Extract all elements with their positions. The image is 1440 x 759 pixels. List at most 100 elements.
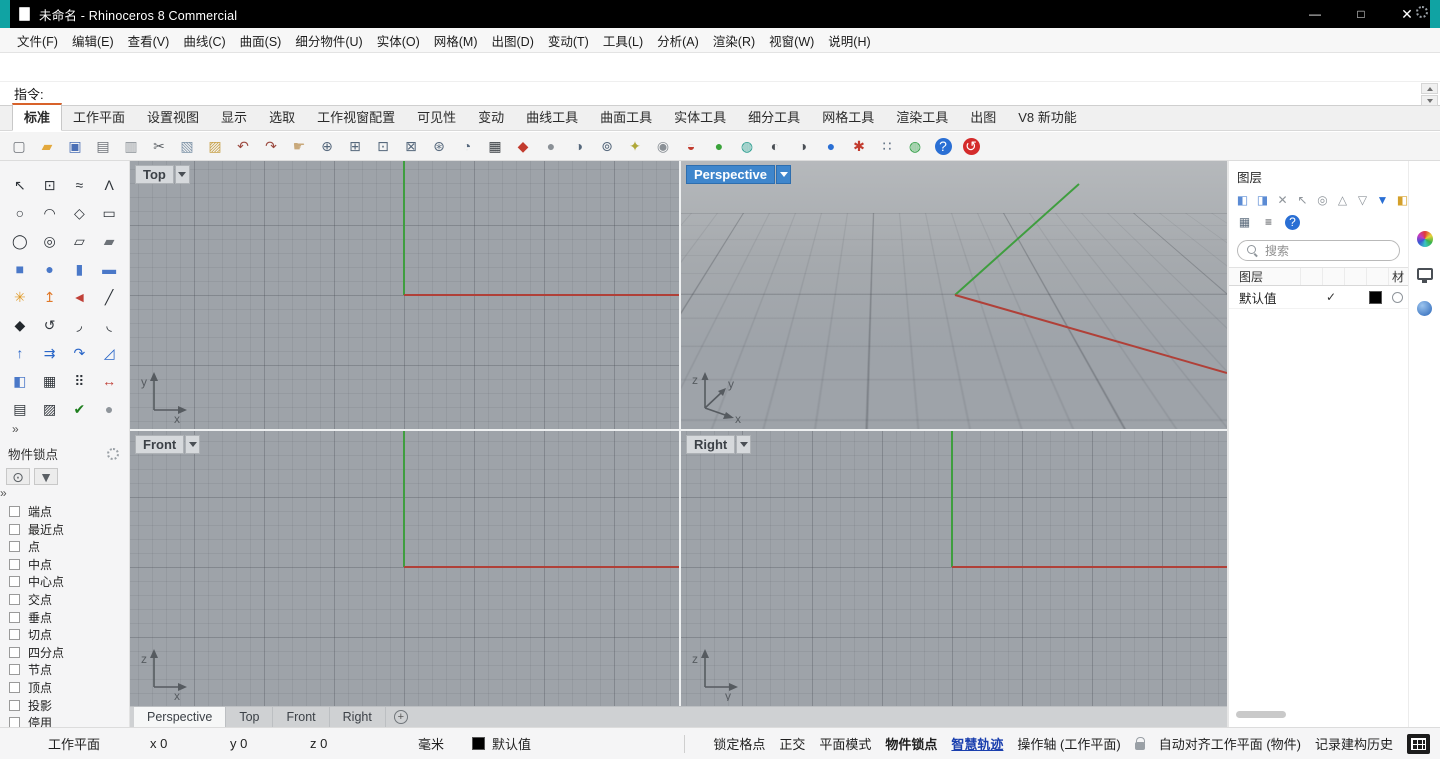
menu-item[interactable]: 曲线(C)	[176, 28, 232, 53]
add-viewport-tab-icon[interactable]: +	[393, 710, 408, 724]
viewport-perspective[interactable]: Perspective z y x	[681, 161, 1227, 429]
save-icon[interactable]: ▣	[63, 134, 87, 158]
select-layer-objects-icon[interactable]: ↖	[1295, 191, 1310, 210]
select-points-icon[interactable]: ⊡	[38, 173, 61, 196]
rotate-camera-icon[interactable]: ◑	[567, 134, 591, 158]
mesh-icon[interactable]: ▦	[38, 369, 61, 392]
polyline-icon[interactable]: Λ	[98, 173, 121, 196]
osnap-item[interactable]: 端点	[9, 505, 129, 519]
menu-item[interactable]: 查看(V)	[121, 28, 177, 53]
materials-tab-icon[interactable]	[1417, 301, 1432, 316]
match-layer-icon[interactable]: ◎	[1315, 191, 1330, 210]
arc-icon[interactable]: ◠	[38, 201, 61, 224]
status-toggle[interactable]: 锁定格点	[713, 734, 765, 753]
menu-item[interactable]: 实体(O)	[370, 28, 427, 53]
menu-item[interactable]: 说明(H)	[821, 28, 877, 53]
ribbon-tab[interactable]: 曲面工具	[589, 104, 663, 130]
viewport-title[interactable]: Right	[686, 435, 752, 454]
checkbox[interactable]	[9, 506, 20, 517]
export-icon[interactable]: ▥	[119, 134, 143, 158]
ribbon-tab[interactable]: 曲线工具	[515, 104, 589, 130]
chevron-down-icon[interactable]	[185, 435, 201, 454]
render-sphere-icon[interactable]: ●	[98, 397, 121, 420]
menu-item[interactable]: 文件(F)	[10, 28, 65, 53]
fillet-icon[interactable]: ◞	[68, 313, 91, 336]
extrude-icon[interactable]: ↥	[38, 285, 61, 308]
ribbon-tab[interactable]: 出图	[959, 104, 1007, 130]
print-icon[interactable]: ▤	[91, 134, 115, 158]
zoom-extents-icon[interactable]: ⊠	[399, 134, 423, 158]
scroll-down-icon[interactable]	[1421, 95, 1438, 106]
menu-item[interactable]: 出图(D)	[485, 28, 541, 53]
minimize-button[interactable]: —	[1292, 0, 1338, 28]
ribbon-tab[interactable]: V8 新功能	[1007, 104, 1088, 130]
zoom-dynamic-icon[interactable]: ⊕	[315, 134, 339, 158]
ribbon-tab[interactable]: 渲染工具	[885, 104, 959, 130]
select-icon[interactable]: ↖	[8, 173, 31, 196]
menu-item[interactable]: 网格(M)	[427, 28, 485, 53]
command-input[interactable]	[49, 86, 1440, 101]
status-toggle[interactable]: 平面模式	[819, 734, 871, 753]
table-view-icon[interactable]: ▦	[1235, 213, 1254, 232]
osnap-item[interactable]: 中心点	[9, 575, 129, 589]
rotate-view-icon[interactable]: ◔	[455, 134, 479, 158]
ribbon-tab[interactable]: 变动	[467, 104, 515, 130]
properties-tab-icon[interactable]	[1416, 268, 1433, 283]
help-icon[interactable]: ?	[931, 134, 955, 158]
cylinder-icon[interactable]: ▮	[68, 257, 91, 280]
move-icon[interactable]: ↑	[8, 341, 31, 364]
menu-item[interactable]: 细分物件(U)	[288, 28, 369, 53]
check-icon[interactable]: ✔	[68, 397, 91, 420]
ribbon-tab[interactable]: 设置视图	[136, 104, 210, 130]
scroll-up-icon[interactable]	[1421, 83, 1438, 94]
checkbox[interactable]	[9, 541, 20, 553]
osnap-item[interactable]: 投影	[9, 699, 129, 713]
osnap-item[interactable]: 顶点	[9, 681, 129, 695]
layer-material-icon[interactable]	[1391, 291, 1403, 303]
new-file-icon[interactable]: ▢	[7, 134, 31, 158]
filter-layers-icon[interactable]: ▼	[1375, 191, 1390, 210]
viewport-right[interactable]: Right z y	[681, 431, 1227, 706]
ribbon-tab[interactable]: 细分工具	[737, 104, 811, 130]
cut-icon[interactable]: ✂	[147, 134, 171, 158]
osnap-overflow[interactable]: »	[0, 486, 129, 500]
checkbox[interactable]	[9, 593, 20, 605]
list-view-icon[interactable]: ≡	[1259, 213, 1278, 232]
rectangle-icon[interactable]: ▭	[98, 201, 121, 224]
command-history[interactable]	[0, 53, 1440, 81]
boolean-union-icon[interactable]: ◧	[8, 369, 31, 392]
material-preview-icon[interactable]: ◑	[791, 134, 815, 158]
menu-item[interactable]: 变动(T)	[541, 28, 596, 53]
render-icon[interactable]: ●	[707, 134, 731, 158]
osnap-item[interactable]: 节点	[9, 663, 129, 677]
undo-icon[interactable]: ↶	[231, 134, 255, 158]
layer-search[interactable]	[1237, 240, 1400, 261]
viewport-tab[interactable]: Right	[330, 707, 386, 727]
offset-curve-icon[interactable]: ◎	[38, 229, 61, 252]
checkbox[interactable]	[9, 611, 20, 623]
polygon-icon[interactable]: ◇	[68, 201, 91, 224]
split-icon[interactable]: ╱	[98, 285, 121, 308]
checkbox[interactable]	[9, 646, 20, 658]
gumball-menu[interactable]: 操作轴 (工作平面)	[1017, 734, 1120, 753]
slab-icon[interactable]: ▬	[98, 257, 121, 280]
zoom-selected-icon[interactable]: ⊡	[371, 134, 395, 158]
help-icon[interactable]: ?	[1283, 213, 1302, 232]
ribbon-tab[interactable]: 实体工具	[663, 104, 737, 130]
curve-icon[interactable]: ≈	[68, 173, 91, 196]
scale-icon[interactable]: ◿	[98, 341, 121, 364]
current-layer-check[interactable]: ✓	[1320, 290, 1342, 304]
display-mode-icon[interactable]: ◆	[511, 134, 535, 158]
osnap-item[interactable]: 中点	[9, 558, 129, 572]
menu-item[interactable]: 视窗(W)	[762, 28, 821, 53]
circle-icon[interactable]: ○	[8, 201, 31, 224]
ribbon-tab[interactable]: 标准	[12, 103, 63, 131]
copy-object-icon[interactable]: ⇉	[38, 341, 61, 364]
move-layer-up-icon[interactable]: △	[1335, 191, 1350, 210]
lock-icon[interactable]	[1134, 736, 1145, 750]
viewport-title[interactable]: Perspective	[686, 165, 791, 184]
ribbon-tab[interactable]: 网格工具	[811, 104, 885, 130]
menu-item[interactable]: 分析(A)	[650, 28, 706, 53]
layer-row[interactable]: 默认值 ✓	[1229, 286, 1408, 309]
blend-icon[interactable]: ◆	[8, 313, 31, 336]
